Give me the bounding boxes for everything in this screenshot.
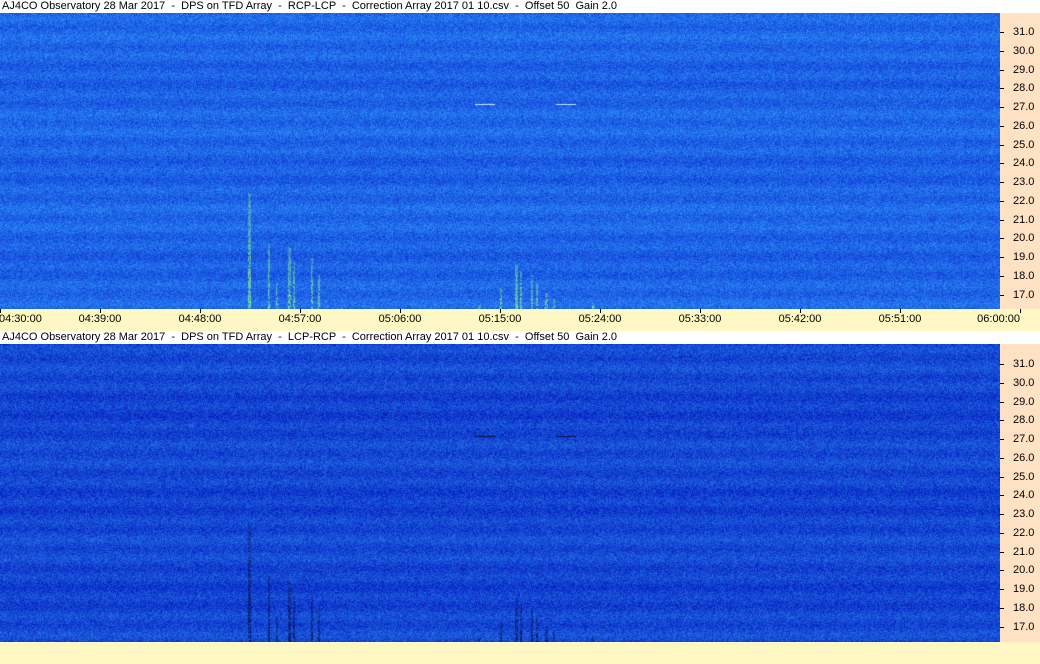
- freq-tick-mark: [1000, 589, 1004, 590]
- freq-tick-mark: [1000, 182, 1004, 183]
- freq-tick-label: 27.0: [1013, 101, 1035, 113]
- freq-tick-mark: [1000, 457, 1004, 459]
- freq-tick-mark: [1000, 275, 1004, 277]
- freq-tick-mark: [1000, 163, 1004, 165]
- freq-tick-label: 22.0: [1013, 194, 1035, 207]
- freq-tick-label: 30.0: [1013, 376, 1035, 389]
- freq-tick-mark: [1000, 401, 1004, 403]
- freq-tick-label: 18.0: [1013, 269, 1035, 282]
- top-spectrogram-canvas: [0, 13, 1000, 309]
- freq-tick-mark: [1000, 32, 1004, 33]
- bottom-panel-title: AJ4CO Observatory 28 Mar 2017 - DPS on T…: [2, 331, 618, 344]
- time-tick-mark: [1020, 309, 1021, 313]
- freq-tick-label: 20.0: [1013, 232, 1035, 245]
- time-tick-label: 04:39:00: [78, 313, 122, 325]
- freq-tick-mark: [1000, 439, 1004, 440]
- bottom-spectrogram[interactable]: [0, 344, 1000, 642]
- freq-tick-label: 31.0: [1013, 358, 1035, 370]
- freq-tick-label: 22.0: [1013, 526, 1035, 539]
- freq-tick-label: 19.0: [1013, 583, 1035, 595]
- freq-tick-label: 30.0: [1013, 44, 1035, 57]
- freq-tick-label: 17.0: [1013, 288, 1035, 301]
- time-axis: 04:30:00 04:39:00 04:48:00 04:57:00 05:06:00…: [0, 309, 1040, 331]
- freq-tick-label: 29.0: [1013, 63, 1035, 76]
- freq-tick-mark: [1000, 238, 1004, 240]
- freq-tick-mark: [1000, 514, 1004, 515]
- freq-tick-mark: [1000, 532, 1004, 534]
- time-tick-label: 04:48:00: [178, 313, 222, 325]
- freq-tick-mark: [1000, 88, 1004, 90]
- time-tick-label: 05:15:00: [478, 313, 522, 325]
- top-panel-title: AJ4CO Observatory 28 Mar 2017 - DPS on T…: [2, 0, 618, 13]
- time-tick-label: 04:30:00: [0, 313, 42, 325]
- bottom-frequency-axis: 31.0 30.0 29.0 28.0 27.0 26.0 25.0 24.0 23.0 22.0…: [1000, 344, 1040, 642]
- freq-tick-label: 25.0: [1013, 138, 1035, 151]
- freq-tick-label: 23.0: [1013, 508, 1035, 520]
- top-frequency-axis: 31.0 30.0 29.0 28.0 27.0 26.0 25.0 24.0 23.0 22.0…: [1000, 13, 1040, 309]
- freq-tick-label: 17.0: [1013, 620, 1035, 633]
- freq-tick-label: 24.0: [1013, 157, 1035, 170]
- bottom-status-strip: [0, 642, 1040, 664]
- freq-tick-mark: [1000, 476, 1004, 478]
- time-tick-label: 05:51:00: [878, 313, 922, 325]
- freq-tick-mark: [1000, 382, 1004, 384]
- time-tick-label: 04:57:00: [278, 313, 322, 325]
- freq-tick-label: 20.0: [1013, 564, 1035, 577]
- top-spectrogram[interactable]: [0, 13, 1000, 309]
- freq-tick-label: 21.0: [1013, 545, 1035, 558]
- freq-tick-label: 28.0: [1013, 414, 1035, 427]
- freq-tick-label: 29.0: [1013, 395, 1035, 408]
- freq-tick-label: 19.0: [1013, 251, 1035, 263]
- freq-tick-mark: [1000, 607, 1004, 609]
- freq-tick-label: 26.0: [1013, 119, 1035, 132]
- freq-tick-mark: [1000, 364, 1004, 365]
- freq-tick-mark: [1000, 570, 1004, 572]
- freq-tick-label: 31.0: [1013, 26, 1035, 38]
- freq-tick-mark: [1000, 125, 1004, 127]
- freq-tick-label: 28.0: [1013, 82, 1035, 95]
- time-tick-label: 05:24:00: [578, 313, 622, 325]
- freq-tick-mark: [1000, 50, 1004, 52]
- freq-tick-mark: [1000, 551, 1004, 553]
- freq-tick-mark: [1000, 219, 1004, 221]
- freq-tick-mark: [1000, 294, 1004, 296]
- freq-tick-mark: [1000, 495, 1004, 497]
- freq-tick-mark: [1000, 200, 1004, 202]
- freq-tick-mark: [1000, 420, 1004, 422]
- freq-tick-label: 27.0: [1013, 433, 1035, 445]
- time-tick-label: 06:00:00: [977, 313, 1020, 325]
- freq-tick-mark: [1000, 107, 1004, 108]
- freq-tick-label: 24.0: [1013, 489, 1035, 502]
- freq-tick-mark: [1000, 626, 1004, 628]
- freq-tick-mark: [1000, 69, 1004, 71]
- freq-tick-label: 21.0: [1013, 213, 1035, 226]
- time-tick-label: 05:33:00: [678, 313, 722, 325]
- freq-tick-label: 18.0: [1013, 601, 1035, 614]
- freq-tick-label: 23.0: [1013, 176, 1035, 188]
- freq-tick-label: 25.0: [1013, 470, 1035, 483]
- time-tick-label: 05:42:00: [778, 313, 822, 325]
- bottom-spectrogram-canvas: [0, 344, 1000, 642]
- freq-tick-mark: [1000, 144, 1004, 146]
- freq-tick-label: 26.0: [1013, 451, 1035, 464]
- freq-tick-mark: [1000, 257, 1004, 258]
- time-tick-label: 05:06:00: [378, 313, 422, 325]
